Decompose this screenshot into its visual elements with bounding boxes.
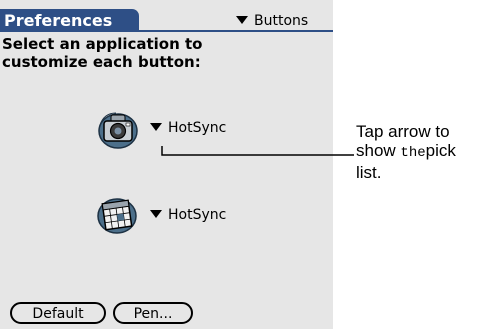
callout-text: Tap arrow to show thepick list. [356, 122, 456, 182]
callout-line-2-a: show [356, 141, 401, 160]
callout-line-2: show thepick [356, 141, 456, 163]
callout-line-3: list. [356, 163, 382, 182]
callout-line-2-b: the [400, 145, 426, 161]
callout-line-1: Tap arrow to [356, 122, 450, 141]
callout-line-2-c: pick [425, 141, 456, 160]
